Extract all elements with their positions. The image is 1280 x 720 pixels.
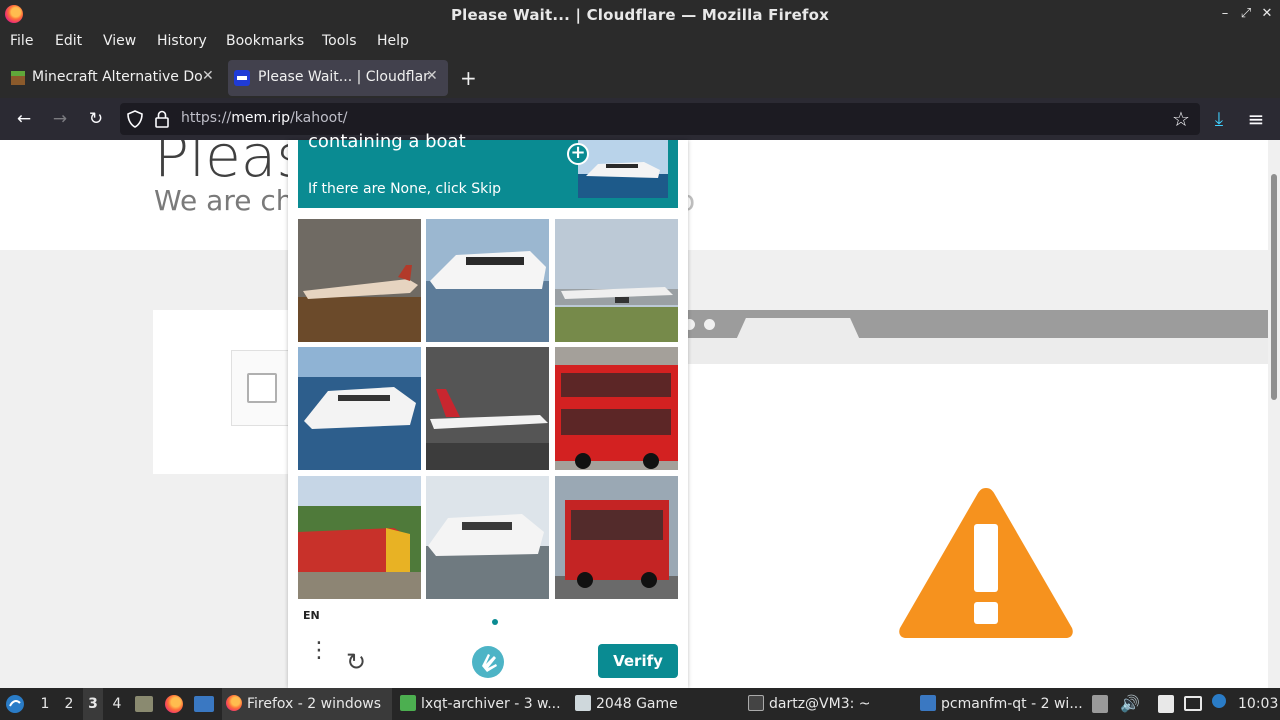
menu-tools[interactable]: Tools: [322, 33, 357, 49]
tray-storage-icon[interactable]: [1092, 695, 1108, 713]
close-window-button[interactable]: ✕: [1259, 6, 1275, 22]
page-indicator-dot: [492, 619, 498, 625]
taskbar: 1 2 3 4 Firefox - 2 windows lxqt-archive…: [0, 688, 1280, 720]
network-icon[interactable]: [1184, 696, 1202, 711]
lock-icon[interactable]: [154, 109, 170, 129]
firefox-icon: [226, 695, 242, 711]
forward-button[interactable]: →: [49, 108, 71, 130]
archive-icon: [400, 695, 416, 711]
captcha-example-image[interactable]: [578, 140, 668, 198]
captcha-image-boat[interactable]: [426, 219, 549, 342]
minecraft-block-icon: [11, 71, 25, 85]
workspace-2[interactable]: 2: [59, 688, 79, 720]
challenge-checkbox[interactable]: [247, 373, 277, 403]
task-firefox[interactable]: Firefox - 2 windows: [222, 688, 392, 720]
task-terminal[interactable]: dartz@VM3: ~: [748, 688, 908, 720]
warning-icon: [899, 488, 1073, 638]
tab-label: Please Wait... | Cloudflare: [258, 69, 430, 85]
menu-view[interactable]: View: [103, 33, 136, 49]
captcha-image-boat[interactable]: [298, 347, 421, 470]
hamburger-menu-icon[interactable]: ≡: [1245, 108, 1267, 130]
game-window-icon: [575, 695, 591, 711]
navigation-bar: ← → ↻ https://mem.rip/kahoot/ ☆ ⤓ ≡: [0, 98, 1280, 140]
terminal-icon: [748, 695, 764, 711]
update-notifier-icon[interactable]: [1212, 694, 1226, 708]
new-tab-button[interactable]: +: [460, 66, 477, 90]
page-title: Pleas: [154, 140, 307, 190]
captcha-prompt-banner: containing a boat If there are None, cli…: [298, 131, 678, 208]
task-label: 2048 Game: [596, 696, 678, 712]
workspace-1[interactable]: 1: [35, 688, 55, 720]
menu-history[interactable]: History: [157, 33, 207, 49]
file-manager-launcher-icon[interactable]: [135, 696, 153, 712]
captcha-image-airplane[interactable]: [555, 219, 678, 342]
bookmark-star-icon[interactable]: ☆: [1170, 108, 1192, 130]
page-scrollbar[interactable]: [1268, 140, 1280, 688]
plus-icon[interactable]: +: [567, 143, 589, 165]
captcha-prompt-text: containing a boat: [308, 131, 466, 152]
menu-bar: File Edit View History Bookmarks Tools H…: [0, 30, 1280, 54]
captcha-image-bus[interactable]: [555, 476, 678, 599]
captcha-image-boat[interactable]: [426, 476, 549, 599]
tab-close-icon[interactable]: ✕: [202, 68, 214, 84]
menu-help[interactable]: Help: [377, 33, 409, 49]
captcha-image-bus[interactable]: [555, 347, 678, 470]
captcha-image-airplane[interactable]: [298, 219, 421, 342]
task-2048-game[interactable]: 2048 Game: [575, 688, 725, 720]
window-titlebar: Please Wait... | Cloudflare — Mozilla Fi…: [0, 0, 1280, 30]
illustration-browser-top: [684, 310, 1268, 340]
browser-illustration: [684, 310, 1268, 688]
task-label: dartz@VM3: ~: [769, 696, 871, 712]
shield-icon[interactable]: [126, 110, 144, 128]
illustration-browser-toolbar: [688, 338, 1268, 364]
url-text[interactable]: https://mem.rip/kahoot/: [181, 110, 347, 126]
task-label: Firefox - 2 windows: [247, 696, 382, 712]
task-label: pcmanfm-qt - 2 wi...: [941, 696, 1083, 712]
tab-label: Minecraft Alternative Do: [32, 69, 202, 85]
firefox-launcher-icon[interactable]: [165, 695, 183, 713]
menu-edit[interactable]: Edit: [55, 33, 82, 49]
desktop-launcher-icon[interactable]: [194, 696, 214, 712]
start-menu-icon[interactable]: [5, 694, 25, 714]
clock[interactable]: 10:03: [1238, 696, 1278, 712]
verify-button[interactable]: Verify: [598, 644, 678, 678]
volume-icon[interactable]: 🔊: [1120, 694, 1140, 713]
hcaptcha-challenge: containing a boat If there are None, cli…: [288, 131, 688, 688]
menu-bookmarks[interactable]: Bookmarks: [226, 33, 304, 49]
tab-bar: Minecraft Alternative Do ✕ Please Wait..…: [0, 58, 1280, 98]
clipboard-icon[interactable]: [1158, 695, 1174, 713]
folder-icon: [920, 695, 936, 711]
more-options-icon[interactable]: ⋮: [308, 640, 330, 676]
task-lxqt-archiver[interactable]: lxqt-archiver - 3 w...: [400, 688, 562, 720]
menu-file[interactable]: File: [10, 33, 33, 49]
window-title: Please Wait... | Cloudflare — Mozilla Fi…: [450, 6, 830, 24]
scrollbar-thumb[interactable]: [1271, 174, 1277, 400]
maximize-button[interactable]: ⤢: [1238, 6, 1254, 22]
language-selector[interactable]: EN: [303, 609, 320, 622]
tab-cloudflare[interactable]: Please Wait... | Cloudflare ✕: [228, 60, 448, 96]
downloads-icon[interactable]: ⤓: [1208, 108, 1230, 130]
captcha-image-airplane[interactable]: [426, 347, 549, 470]
back-button[interactable]: ←: [13, 108, 35, 130]
captcha-instruction: If there are None, click Skip: [308, 181, 502, 197]
cloudflare-favicon-icon: [234, 70, 250, 86]
page-subtitle: We are ch: [154, 184, 294, 217]
workspace-3[interactable]: 3: [83, 688, 103, 720]
task-label: lxqt-archiver - 3 w...: [421, 696, 561, 712]
tab-close-icon[interactable]: ✕: [426, 68, 438, 84]
task-pcmanfm[interactable]: pcmanfm-qt - 2 wi...: [920, 688, 1085, 720]
workspace-4[interactable]: 4: [107, 688, 127, 720]
minimize-button[interactable]: –: [1217, 6, 1233, 22]
refresh-challenge-icon[interactable]: ↻: [346, 648, 366, 676]
captcha-image-train[interactable]: [298, 476, 421, 599]
url-bar[interactable]: https://mem.rip/kahoot/: [120, 103, 1200, 135]
reload-button[interactable]: ↻: [85, 108, 107, 130]
hcaptcha-logo-icon[interactable]: [472, 646, 504, 678]
tab-minecraft[interactable]: Minecraft Alternative Do ✕: [2, 60, 224, 96]
